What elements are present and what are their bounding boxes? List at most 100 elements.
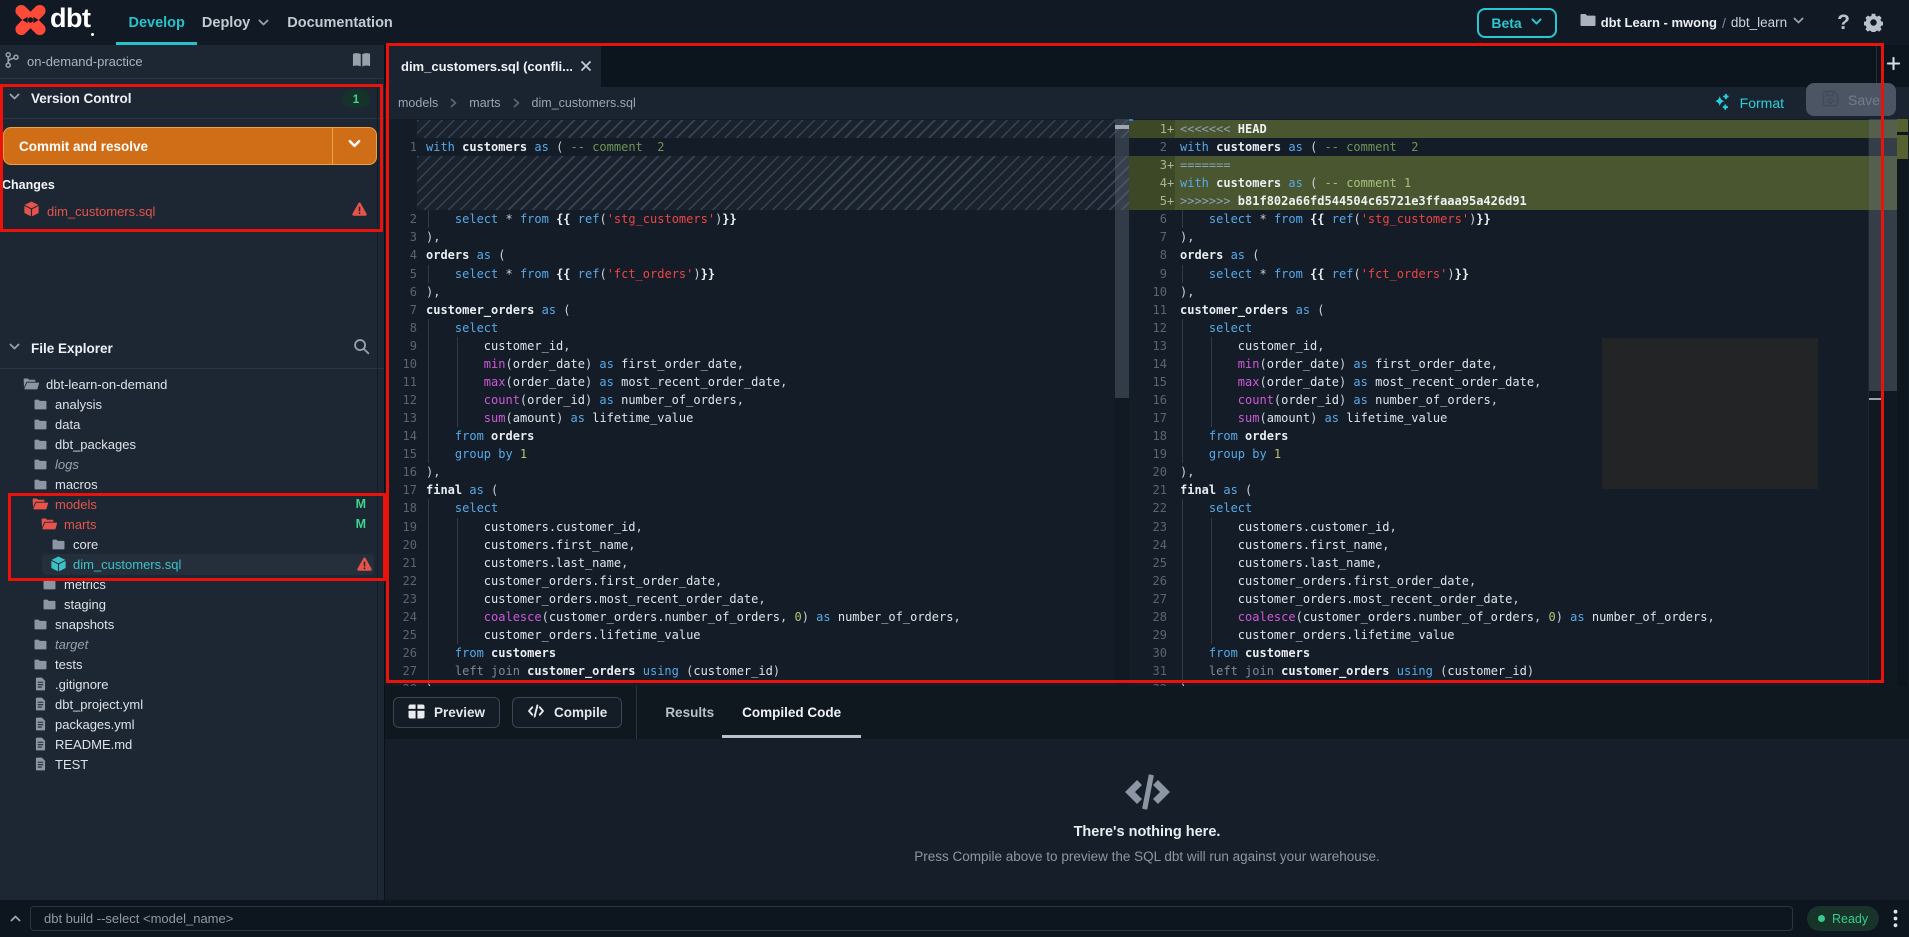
rect: [363, 561, 366, 567]
numcell: [388, 120, 417, 138]
breadcrumb-item[interactable]: models: [398, 96, 438, 110]
status-badge[interactable]: Ready: [1807, 906, 1880, 931]
svg: [1580, 14, 1596, 26]
tree-item-macros[interactable]: macros: [0, 474, 384, 494]
path: [363, 347, 370, 354]
tree-item-TEST[interactable]: TEST: [0, 754, 384, 774]
account-project-switcher[interactable]: dbt Learn - mwong / dbt_learn: [1580, 13, 1805, 32]
tree-item-dbt_packages[interactable]: dbt_packages: [0, 434, 384, 454]
tree-item-staging[interactable]: staging: [0, 594, 384, 614]
docs-book-button[interactable]: [352, 52, 371, 71]
tree-item-.gitignore[interactable]: .gitignore: [0, 674, 384, 694]
iguide: [1210, 391, 1212, 410]
svg: [35, 677, 46, 691]
line-number: 27: [402, 664, 417, 679]
code-token: customers.first_name: [1237, 537, 1383, 552]
tree-item-core[interactable]: core: [0, 534, 384, 554]
tree-item-dbt_project.yml[interactable]: dbt_project.yml: [0, 694, 384, 714]
tab-dim-customers[interactable]: dim_customers.sql (confli...: [388, 45, 601, 87]
tree-item-logs[interactable]: logs: [0, 454, 384, 474]
code-token: lifetime_value: [1339, 411, 1448, 426]
tree-item-marts[interactable]: marts M: [0, 514, 384, 534]
right-editor-scrollbar[interactable]: [1868, 119, 1898, 686]
commit-and-resolve-button[interactable]: Commit and resolve: [3, 127, 377, 165]
tree-item-models[interactable]: models M: [0, 494, 384, 514]
code-line: 13 sum(amount) as lifetime_value: [388, 409, 1129, 428]
pluscell: [1167, 590, 1175, 608]
git-branch-row[interactable]: on-demand-practice: [0, 45, 384, 79]
beta-dropdown[interactable]: Beta: [1477, 7, 1557, 38]
code-line-text: select * from {{ ref('stg_customers')}}: [417, 210, 1129, 229]
svg: [450, 98, 457, 108]
version-control-header[interactable]: Version Control 1: [0, 79, 384, 119]
breadcrumb-item[interactable]: marts: [469, 96, 500, 110]
tree-item-data[interactable]: data: [0, 414, 384, 434]
format-button[interactable]: Format: [1712, 91, 1784, 115]
iguide: [428, 625, 429, 645]
code-line-text: orders as (: [1175, 246, 1897, 264]
tree-item-tests[interactable]: tests: [0, 654, 384, 674]
search-icon[interactable]: [353, 338, 370, 360]
pluscell: [1167, 608, 1175, 626]
close-icon[interactable]: [580, 60, 592, 72]
left-editor-scrollbar[interactable]: [1115, 119, 1129, 686]
commit-button-caret[interactable]: [332, 128, 376, 164]
path: [35, 757, 46, 771]
compile-button[interactable]: Compile: [512, 697, 623, 728]
tab-compiled-code[interactable]: Compiled Code: [722, 686, 862, 739]
code-token: customers: [483, 646, 557, 661]
breadcrumb-item[interactable]: dim_customers.sql: [532, 96, 636, 110]
help-button[interactable]: ?: [1837, 11, 1850, 35]
tree-item-packages.yml[interactable]: packages.yml: [0, 714, 384, 734]
new-tab-button[interactable]: [1882, 52, 1904, 74]
tree-item-metrics[interactable]: metrics: [0, 574, 384, 594]
tree-item-README.md[interactable]: README.md: [0, 734, 384, 754]
tab-results[interactable]: Results: [651, 686, 728, 739]
changed-file-row[interactable]: dim_customers.sql: [0, 199, 384, 223]
line-number: 25: [402, 627, 417, 642]
nav-develop[interactable]: Develop: [116, 0, 197, 45]
results-empty-state: There's nothing here. Press Compile abov…: [385, 739, 1909, 899]
crow: [388, 156, 1129, 211]
scrollbar-thumb[interactable]: [1869, 119, 1898, 391]
code-line: 19 customers.customer_id,: [388, 517, 1129, 536]
folder-open-icon: [23, 378, 40, 390]
code-token: as: [1223, 248, 1246, 263]
editor-toolbar: models marts dim_customers.sql Format Save: [385, 83, 1909, 119]
pluscell: [1167, 499, 1175, 517]
tree-item-dim_customers.sql[interactable]: dim_customers.sql: [0, 553, 384, 575]
empty-state-title: There's nothing here.: [1073, 824, 1221, 840]
dbt-logo[interactable]: dbt: [15, 3, 95, 41]
tree-item-snapshots[interactable]: snapshots: [0, 614, 384, 634]
path: [42, 522, 58, 530]
save-button[interactable]: Save: [1806, 83, 1896, 116]
preview-button[interactable]: Preview: [393, 697, 501, 728]
pluscell: [1167, 283, 1175, 301]
nav-documentation[interactable]: Documentation: [287, 0, 393, 45]
scrollbar-thumb[interactable]: [1115, 119, 1129, 398]
file-explorer-header[interactable]: File Explorer: [0, 329, 384, 369]
settings-gear-button[interactable]: [1864, 13, 1883, 32]
chevron-up-icon[interactable]: [0, 912, 30, 925]
circle: [27, 17, 34, 23]
editor-pane-left[interactable]: 1 with customers as ( -- comment 22 selec…: [388, 119, 1129, 686]
code-line-text: select: [1175, 318, 1897, 337]
tree-item-target[interactable]: target: [0, 634, 384, 654]
code-token: (: [678, 664, 694, 679]
code-token: orders: [483, 429, 535, 444]
tree-item-analysis[interactable]: analysis: [0, 394, 384, 414]
svg: [1793, 17, 1804, 23]
nav-deploy[interactable]: Deploy: [202, 0, 270, 45]
svg: [1714, 93, 1729, 110]
path: [1124, 780, 1142, 804]
code-token: orders: [426, 248, 470, 263]
pluscell: [1167, 246, 1175, 264]
command-input[interactable]: [30, 906, 1793, 931]
code-line-text: coalesce(customer_orders.number_of_order…: [417, 607, 1129, 626]
pluscell: +: [1167, 156, 1175, 175]
path: [362, 53, 371, 67]
merge-editor[interactable]: 1 with customers as ( -- comment 22 selec…: [385, 119, 1909, 686]
line-number: 21: [1152, 483, 1167, 498]
overflow-menu-button[interactable]: [1893, 909, 1898, 928]
tree-item-dbt-learn-on-demand[interactable]: dbt-learn-on-demand: [0, 374, 384, 394]
